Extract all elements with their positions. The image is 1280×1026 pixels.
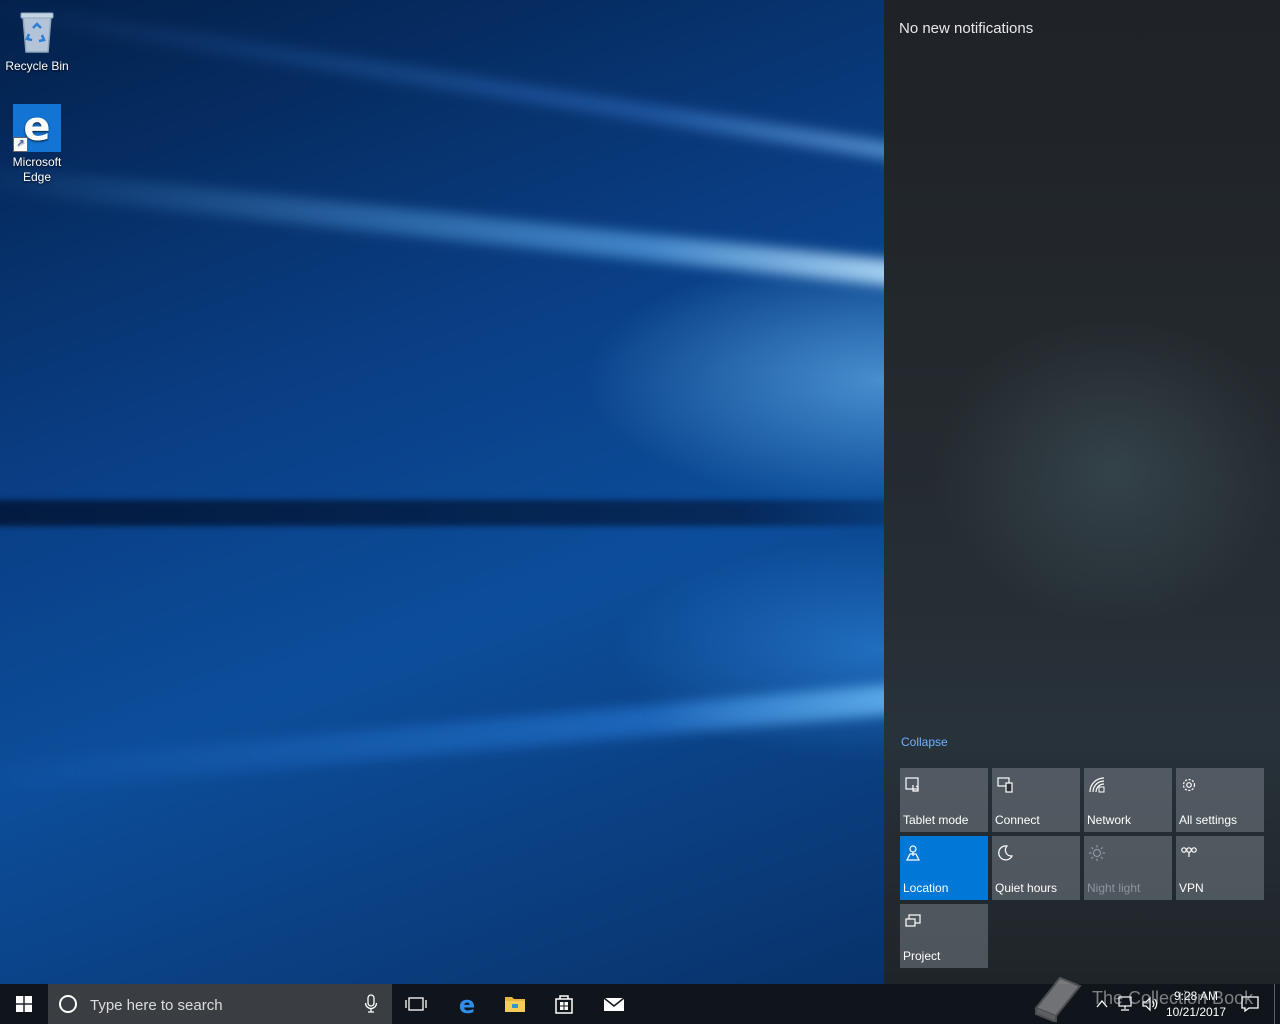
search-box[interactable] xyxy=(48,984,392,1026)
quick-action-label: Connect xyxy=(995,813,1040,827)
quick-action-tablet-mode[interactable]: Tablet mode xyxy=(900,768,988,832)
quick-action-quiet-hours[interactable]: Quiet hours xyxy=(992,836,1080,900)
clock[interactable]: 9:28 AM 10/21/2017 xyxy=(1164,988,1228,1020)
quick-action-location[interactable]: Location xyxy=(900,836,988,900)
store-icon xyxy=(555,995,573,1014)
gear-icon xyxy=(1182,778,1196,792)
moon-icon xyxy=(998,845,1014,861)
taskbar-mail-button[interactable] xyxy=(590,984,638,1024)
action-center-button[interactable] xyxy=(1232,984,1268,1024)
mail-icon xyxy=(603,997,625,1011)
quick-action-label: VPN xyxy=(1179,881,1204,895)
shortcut-arrow-icon: ↗ xyxy=(13,137,28,152)
project-icon xyxy=(905,914,921,927)
taskbar-file-explorer-button[interactable] xyxy=(491,984,539,1024)
taskbar-store-button[interactable] xyxy=(540,984,588,1024)
edge-icon: e ↗ xyxy=(13,104,61,152)
file-explorer-icon xyxy=(505,997,525,1012)
wallpaper-dark-band xyxy=(0,500,940,526)
clock-date: 10/21/2017 xyxy=(1165,1005,1227,1019)
desktop-icon-label: Recycle Bin xyxy=(5,59,69,73)
vpn-icon xyxy=(1181,847,1197,857)
desktop-icon-microsoft-edge[interactable]: e ↗ Microsoft Edge xyxy=(1,104,73,185)
quick-action-label: Night light xyxy=(1087,881,1141,895)
volume-icon[interactable] xyxy=(1140,994,1160,1014)
task-view-icon xyxy=(405,997,427,1011)
quick-action-project[interactable]: Project xyxy=(900,904,988,968)
quick-action-label: Tablet mode xyxy=(903,813,969,827)
quick-action-network[interactable]: Network xyxy=(1084,768,1172,832)
collapse-link[interactable]: Collapse xyxy=(901,735,948,749)
desktop-icon-recycle-bin[interactable]: Recycle Bin xyxy=(1,8,73,74)
quick-action-connect[interactable]: Connect xyxy=(992,768,1080,832)
task-view-button[interactable] xyxy=(392,984,440,1024)
search-input[interactable] xyxy=(88,984,362,1026)
recycle-bin-icon xyxy=(13,8,61,56)
sun-icon xyxy=(1089,845,1105,861)
connect-icon xyxy=(997,777,1013,793)
wallpaper-light-beam xyxy=(0,680,942,796)
quick-action-label: Location xyxy=(903,881,949,895)
taskbar-edge-button[interactable]: e xyxy=(443,984,491,1024)
network-icon[interactable] xyxy=(1116,994,1136,1014)
network-icon xyxy=(1089,777,1105,793)
quick-action-label: All settings xyxy=(1179,813,1238,827)
taskbar: e 9:28 AM 10 xyxy=(0,984,1280,1026)
quick-action-label: Quiet hours xyxy=(995,881,1058,895)
show-desktop-button[interactable] xyxy=(1274,984,1280,1024)
cortana-icon xyxy=(59,995,77,1013)
chevron-up-icon[interactable] xyxy=(1094,994,1110,1014)
quick-action-vpn[interactable]: VPN xyxy=(1176,836,1264,900)
quick-action-label: Project xyxy=(903,949,941,963)
wallpaper-light-beam xyxy=(0,0,942,168)
quick-action-all-settings[interactable]: All settings xyxy=(1176,768,1264,832)
notification-icon xyxy=(1241,996,1259,1013)
svg-text:e: e xyxy=(459,992,475,1016)
microphone-icon[interactable] xyxy=(363,994,379,1014)
desktop-icon-label: Microsoft Edge xyxy=(12,155,62,184)
quick-action-night-light[interactable]: Night light xyxy=(1084,836,1172,900)
notifications-heading: No new notifications xyxy=(899,20,1034,37)
tablet-mode-icon xyxy=(905,777,919,792)
clock-time: 9:28 AM xyxy=(1173,989,1219,1003)
start-button[interactable] xyxy=(0,984,48,1024)
action-center: No new notifications Collapse Tablet mod… xyxy=(884,0,1280,984)
windows-logo-icon xyxy=(16,996,32,1012)
edge-icon: e xyxy=(459,992,475,1016)
quick-action-label: Network xyxy=(1087,813,1132,827)
location-icon xyxy=(906,845,920,861)
wallpaper-light-beam xyxy=(0,162,942,291)
